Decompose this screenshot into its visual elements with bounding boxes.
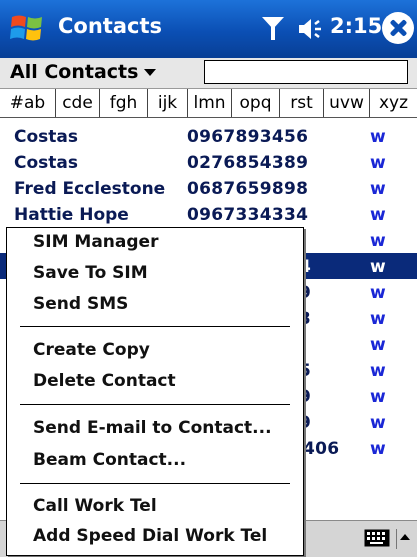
title-bar: Contacts 2:15 xyxy=(0,0,417,58)
menu-item-create-copy[interactable]: Create Copy xyxy=(33,340,150,360)
chevron-down-icon xyxy=(144,69,157,76)
contact-type: w xyxy=(370,413,386,433)
contact-type: w xyxy=(370,387,386,407)
contact-type: w xyxy=(370,153,386,173)
sip-arrow-icon[interactable] xyxy=(396,529,413,549)
clock[interactable]: 2:15 xyxy=(330,14,382,38)
menu-divider xyxy=(20,326,290,327)
signal-icon[interactable] xyxy=(258,13,288,43)
contact-number: 0276854389 xyxy=(187,153,309,173)
contact-type: w xyxy=(370,179,386,199)
contact-type: w xyxy=(370,257,386,277)
menu-divider xyxy=(20,404,290,405)
menu-item-add-speed-dial[interactable]: Add Speed Dial Work Tel xyxy=(33,526,267,546)
contact-type: w xyxy=(370,127,386,147)
menu-item-call-work-tel[interactable]: Call Work Tel xyxy=(33,496,157,516)
contact-number: 406 xyxy=(303,439,340,459)
abc-tabs: #ab cde fgh ijk lmn opq rst uvw xyz xyxy=(0,89,417,118)
contact-type: w xyxy=(370,361,386,381)
contact-row[interactable]: Costas 0967893456 w xyxy=(0,123,417,149)
close-icon[interactable] xyxy=(382,12,414,44)
contact-row[interactable]: Costas 0276854389 w xyxy=(0,149,417,175)
contact-number: 0967334334 xyxy=(187,205,309,225)
contact-name: Costas xyxy=(14,127,78,147)
tab-rst[interactable]: rst xyxy=(280,89,324,117)
tab-ab[interactable]: #ab xyxy=(0,89,56,117)
contact-row[interactable]: Fred Ecclestone 0687659898 w xyxy=(0,175,417,201)
windows-start-icon[interactable] xyxy=(8,9,46,47)
category-filter-dropdown[interactable]: All Contacts xyxy=(10,61,157,83)
contact-type: w xyxy=(370,309,386,329)
menu-item-send-email[interactable]: Send E-mail to Contact... xyxy=(33,418,272,438)
menu-item-send-sms[interactable]: Send SMS xyxy=(33,294,128,314)
contact-name: Costas xyxy=(14,153,78,173)
contact-type: w xyxy=(370,335,386,355)
contact-name: Fred Ecclestone xyxy=(14,179,166,199)
keyboard-icon[interactable] xyxy=(364,529,390,547)
contact-type: w xyxy=(370,205,386,225)
tab-xyz[interactable]: xyz xyxy=(370,89,417,117)
contact-type: w xyxy=(370,231,386,251)
menu-item-beam-contact[interactable]: Beam Contact... xyxy=(33,450,186,470)
menu-divider xyxy=(20,483,290,484)
find-input[interactable] xyxy=(204,60,408,84)
app-title: Contacts xyxy=(58,14,162,38)
contact-type: w xyxy=(370,439,386,459)
filter-bar: All Contacts xyxy=(0,58,417,89)
category-filter-label: All Contacts xyxy=(10,61,139,83)
speaker-icon[interactable] xyxy=(296,14,326,44)
menu-item-save-to-sim[interactable]: Save To SIM xyxy=(33,263,148,283)
tab-uvw[interactable]: uvw xyxy=(324,89,370,117)
menu-item-sim-manager[interactable]: SIM Manager xyxy=(33,232,158,252)
tab-opq[interactable]: opq xyxy=(232,89,280,117)
menu-item-delete-contact[interactable]: Delete Contact xyxy=(33,371,176,391)
contact-number: 0687659898 xyxy=(187,179,309,199)
context-menu: SIM Manager Save To SIM Send SMS Create … xyxy=(6,227,304,556)
tab-ijk[interactable]: ijk xyxy=(148,89,188,117)
tab-cde[interactable]: cde xyxy=(56,89,100,117)
contact-type: w xyxy=(370,283,386,303)
contact-name: Hattie Hope xyxy=(14,205,129,225)
tab-lmn[interactable]: lmn xyxy=(188,89,232,117)
contact-row[interactable]: Hattie Hope 0967334334 w xyxy=(0,201,417,227)
tab-fgh[interactable]: fgh xyxy=(100,89,148,117)
contact-number: 0967893456 xyxy=(187,127,309,147)
